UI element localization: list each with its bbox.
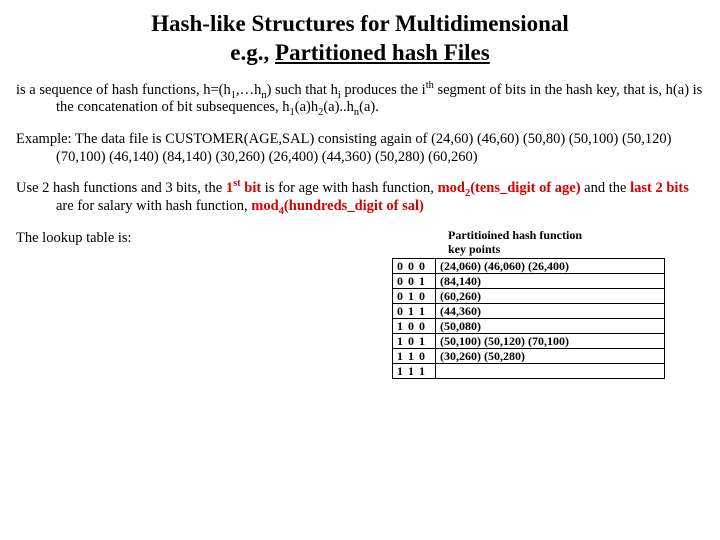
cell-points [436, 363, 665, 378]
para-functions: Use 2 hash functions and 3 bits, the 1st… [16, 180, 704, 215]
cell-key: 1 1 1 [393, 363, 436, 378]
cell-points: (50,100) (50,120) (70,100) [436, 333, 665, 348]
table-row: 1 1 1 [393, 363, 665, 378]
legend-line1: Partitioined hash function [448, 228, 582, 242]
bit1-red: 1st bit [226, 180, 261, 196]
last2bits-red: last 2 bits [630, 180, 689, 196]
cell-key: 0 0 1 [393, 273, 436, 288]
cell-points: (44,360) [436, 303, 665, 318]
cell-points: (60,260) [436, 288, 665, 303]
t: (hundreds_digit of sal) [284, 198, 424, 214]
title-line2-plain: e.g., [230, 40, 275, 65]
title-line1: Hash-like Structures for Multidimensiona… [151, 11, 569, 36]
mod2-red: mod2(tens_digit of age) [438, 180, 581, 196]
t: bit [241, 180, 262, 196]
table-row: 0 0 1(84,140) [393, 273, 665, 288]
sup: st [233, 178, 241, 189]
t: (a). [359, 99, 379, 115]
t: (tens_digit of age) [470, 180, 580, 196]
cell-key: 0 1 1 [393, 303, 436, 318]
t: (a)h [295, 99, 318, 115]
sup: th [426, 80, 434, 91]
cell-key: 1 1 0 [393, 348, 436, 363]
cell-key: 1 0 0 [393, 318, 436, 333]
table-row: 0 1 0(60,260) [393, 288, 665, 303]
table-row: 0 1 1(44,360) [393, 303, 665, 318]
t: mod [438, 180, 465, 196]
t: produces the i [341, 82, 426, 98]
t: is for age with hash function, [261, 180, 437, 196]
t: mod [251, 198, 278, 214]
t: ,…h [236, 82, 261, 98]
cell-key: 1 0 1 [393, 333, 436, 348]
t: is a sequence of hash functions, h=(h [16, 82, 231, 98]
para-definition: is a sequence of hash functions, h=(h1,…… [16, 82, 704, 117]
table-row: 1 0 1(50,100) (50,120) (70,100) [393, 333, 665, 348]
t: Use 2 hash functions and 3 bits, the [16, 180, 226, 196]
cell-points: (50,080) [436, 318, 665, 333]
cell-points: (24,060) (46,060) (26,400) [436, 258, 665, 273]
table-legend: Partitioined hash function key points [448, 228, 582, 257]
slide-title: Hash-like Structures for Multidimensiona… [100, 10, 620, 68]
lookup-table: 0 0 0(24,060) (46,060) (26,400) 0 0 1(84… [392, 258, 665, 379]
cell-points: (84,140) [436, 273, 665, 288]
cell-key: 0 1 0 [393, 288, 436, 303]
title-line2-underline: Partitioned hash Files [275, 40, 490, 65]
t: and the [581, 180, 631, 196]
mod4-red: mod4(hundreds_digit of sal) [251, 198, 424, 214]
slide: Hash-like Structures for Multidimensiona… [0, 0, 720, 540]
para-example: Example: The data file is CUSTOMER(AGE,S… [16, 131, 704, 166]
t: (a)..h [323, 99, 354, 115]
table-row: 0 0 0(24,060) (46,060) (26,400) [393, 258, 665, 273]
lookup-caption: The lookup table is: [16, 230, 132, 246]
legend-line2: key points [448, 242, 500, 256]
t: ) such that h [267, 82, 338, 98]
table-row: 1 0 0(50,080) [393, 318, 665, 333]
lookup-block: The lookup table is: Partitioined hash f… [16, 230, 704, 248]
table-row: 1 1 0(30,260) (50,280) [393, 348, 665, 363]
t: 1 [226, 180, 233, 196]
cell-key: 0 0 0 [393, 258, 436, 273]
lookup-table-wrap: 0 0 0(24,060) (46,060) (26,400) 0 0 1(84… [392, 258, 665, 379]
cell-points: (30,260) (50,280) [436, 348, 665, 363]
t: are for salary with hash function, [56, 198, 251, 214]
